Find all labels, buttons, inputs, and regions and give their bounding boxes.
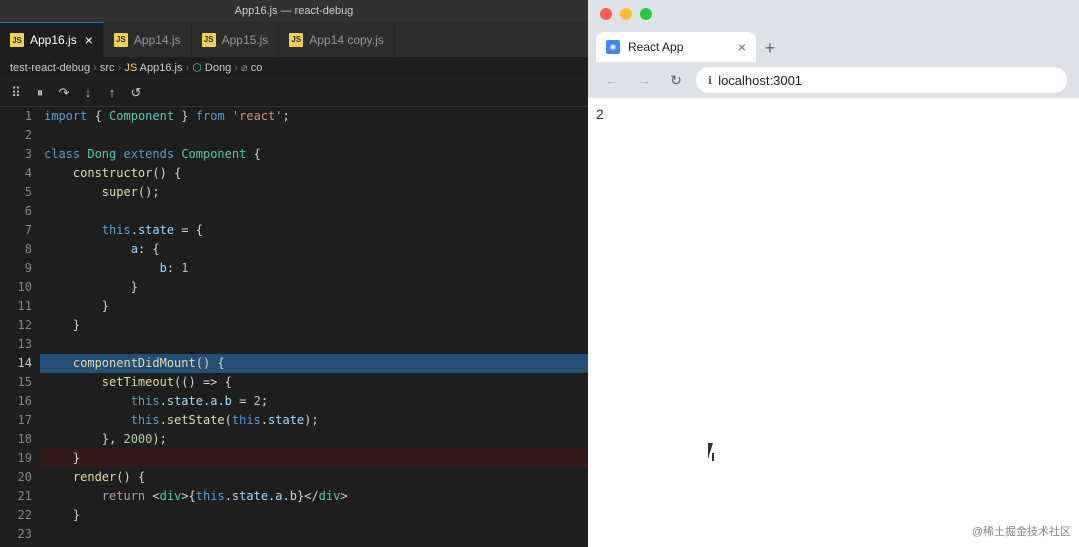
tab-label: App15.js bbox=[222, 33, 269, 47]
js-icon: JS bbox=[289, 33, 303, 47]
browser-addressbar: ← → ↻ ℹ localhost:3001 bbox=[588, 62, 1079, 98]
line-number: 7 bbox=[0, 221, 32, 240]
js-icon: JS bbox=[114, 33, 128, 47]
page-content-value: 2 bbox=[588, 98, 1079, 130]
breadcrumb-text: test-react-debug › src › JS App16.js › ⬡… bbox=[10, 61, 262, 74]
tab-label: App14 copy.js bbox=[309, 33, 384, 47]
code-line: a: { bbox=[40, 240, 588, 259]
code-line: } bbox=[40, 506, 588, 525]
browser-tab-react-app[interactable]: ⚛ React App × bbox=[596, 32, 756, 62]
line-number: 16 bbox=[0, 392, 32, 411]
line-number: 1 bbox=[0, 107, 32, 126]
tabs-bar: JS App16.js × JS App14.js JS App15.js JS… bbox=[0, 22, 588, 57]
code-line: }, 2000); bbox=[40, 430, 588, 449]
line-number: 20 bbox=[0, 468, 32, 487]
line-number: 9 bbox=[0, 259, 32, 278]
drag-handle: ⠿ bbox=[6, 83, 26, 103]
code-line: import { Component } from 'react'; bbox=[40, 107, 588, 126]
window-title: App16.js — react-debug bbox=[235, 5, 354, 17]
new-tab-button[interactable]: + bbox=[756, 34, 784, 62]
code-line: this.state.a.b = 2; bbox=[40, 392, 588, 411]
breadcrumb: test-react-debug › src › JS App16.js › ⬡… bbox=[0, 57, 588, 79]
code-line: class Dong extends Component { bbox=[40, 145, 588, 164]
address-bar[interactable]: ℹ localhost:3001 bbox=[696, 67, 1067, 93]
js-icon: JS bbox=[10, 33, 24, 47]
line-number: 19 bbox=[0, 449, 32, 468]
lock-icon: ℹ bbox=[708, 74, 712, 87]
browser-tab-title: React App bbox=[628, 40, 730, 54]
code-line: render() { bbox=[40, 468, 588, 487]
line-number: 5 bbox=[0, 183, 32, 202]
step-over-button[interactable]: ↷ bbox=[54, 83, 74, 103]
browser-tab-close-icon[interactable]: × bbox=[738, 39, 746, 55]
tab-label: App14.js bbox=[134, 33, 181, 47]
step-out-button[interactable]: ↑ bbox=[102, 83, 122, 103]
tab-label: App16.js bbox=[30, 33, 77, 47]
code-line: this.state = { bbox=[40, 221, 588, 240]
code-line: b: 1 bbox=[40, 259, 588, 278]
line-number: 10 bbox=[0, 278, 32, 297]
code-line: } bbox=[40, 297, 588, 316]
tab-close-icon[interactable]: × bbox=[85, 33, 93, 47]
browser-panel: ⚛ React App × + ← → ↻ ℹ localhost:3001 2… bbox=[588, 0, 1079, 547]
line-number: 12 bbox=[0, 316, 32, 335]
code-line: return <div>{this.state.a.b}</div> bbox=[40, 487, 588, 506]
code-lines: import { Component } from 'react'; class… bbox=[40, 107, 588, 547]
refresh-button[interactable]: ↻ bbox=[664, 68, 688, 92]
code-line: } bbox=[40, 316, 588, 335]
code-line: super(); bbox=[40, 183, 588, 202]
code-area: 1234567891011121314151617181920212223 im… bbox=[0, 107, 588, 547]
debug-toolbar: ⠿ ⏸ ↷ ↓ ↑ ↺ bbox=[0, 79, 588, 107]
browser-tabs: ⚛ React App × + bbox=[588, 28, 1079, 62]
code-line: } bbox=[40, 278, 588, 297]
line-number: 6 bbox=[0, 202, 32, 221]
line-number: 23 bbox=[0, 525, 32, 544]
restart-button[interactable]: ↺ bbox=[126, 83, 146, 103]
line-number: 11 bbox=[0, 297, 32, 316]
maximize-traffic-light[interactable] bbox=[640, 8, 652, 20]
line-numbers: 1234567891011121314151617181920212223 bbox=[0, 107, 40, 547]
step-into-button[interactable]: ↓ bbox=[78, 83, 98, 103]
browser-chrome: ⚛ React App × + ← → ↻ ℹ localhost:3001 bbox=[588, 0, 1079, 98]
js-icon: JS bbox=[202, 33, 216, 47]
url-text: localhost:3001 bbox=[718, 73, 802, 88]
vscode-panel: App16.js — react-debug JS App16.js × JS … bbox=[0, 0, 588, 547]
favicon: ⚛ bbox=[606, 40, 620, 54]
tab-app14copy[interactable]: JS App14 copy.js bbox=[279, 22, 395, 57]
code-line: this.setState(this.state); bbox=[40, 411, 588, 430]
forward-button[interactable]: → bbox=[632, 68, 656, 92]
cursor bbox=[708, 443, 720, 461]
pause-button[interactable]: ⏸ bbox=[30, 83, 50, 103]
code-line: } bbox=[40, 449, 588, 468]
line-number: 4 bbox=[0, 164, 32, 183]
tab-app15[interactable]: JS App15.js bbox=[192, 22, 280, 57]
line-number: 2 bbox=[0, 126, 32, 145]
code-line: constructor() { bbox=[40, 164, 588, 183]
close-traffic-light[interactable] bbox=[600, 8, 612, 20]
window-titlebar: App16.js — react-debug bbox=[0, 0, 588, 22]
line-number: 21 bbox=[0, 487, 32, 506]
line-number: 17 bbox=[0, 411, 32, 430]
back-button[interactable]: ← bbox=[600, 68, 624, 92]
traffic-lights bbox=[588, 0, 1079, 28]
code-line bbox=[40, 202, 588, 221]
line-number: 13 bbox=[0, 335, 32, 354]
line-number: 8 bbox=[0, 240, 32, 259]
line-number: 3 bbox=[0, 145, 32, 164]
line-number: 22 bbox=[0, 506, 32, 525]
code-line: componentDidMount() { bbox=[40, 354, 588, 373]
minimize-traffic-light[interactable] bbox=[620, 8, 632, 20]
browser-content: 2 @稀土掘金技术社区 bbox=[588, 98, 1079, 547]
line-number: 14 bbox=[0, 354, 32, 373]
line-number: 15 bbox=[0, 373, 32, 392]
code-line bbox=[40, 525, 588, 544]
code-line: setTimeout(() => { bbox=[40, 373, 588, 392]
tab-app14[interactable]: JS App14.js bbox=[104, 22, 192, 57]
line-number: 18 bbox=[0, 430, 32, 449]
watermark-text: @稀土掘金技术社区 bbox=[972, 523, 1071, 539]
tab-app16[interactable]: JS App16.js × bbox=[0, 22, 104, 57]
code-line bbox=[40, 335, 588, 354]
code-line bbox=[40, 126, 588, 145]
